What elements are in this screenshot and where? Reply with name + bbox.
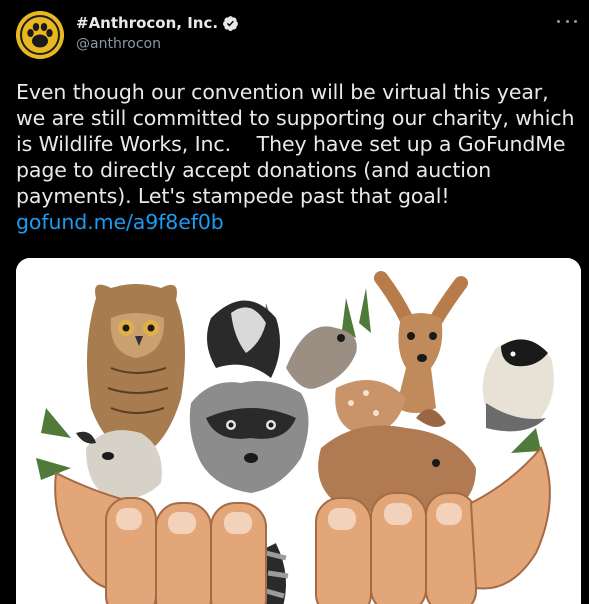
profile-avatar[interactable] xyxy=(16,11,64,59)
tweet-body: Even though our convention will be virtu… xyxy=(16,80,581,208)
verified-badge-icon xyxy=(223,15,238,31)
display-name[interactable]: #Anthrocon, Inc. xyxy=(76,14,218,32)
more-options-icon[interactable] xyxy=(557,14,577,28)
author-handle[interactable]: @anthrocon xyxy=(76,36,161,52)
tweet-link[interactable]: gofund.me/a9f8ef0b xyxy=(16,209,581,235)
tweet: #Anthrocon, Inc. @anthrocon Even though … xyxy=(0,0,589,604)
tweet-media-image[interactable] xyxy=(16,258,581,604)
author-name-row[interactable]: #Anthrocon, Inc. xyxy=(76,14,239,32)
paw-print-logo-icon xyxy=(16,11,64,59)
wildlife-illustration xyxy=(16,258,581,604)
tweet-text: Even though our convention will be virtu… xyxy=(16,79,581,235)
